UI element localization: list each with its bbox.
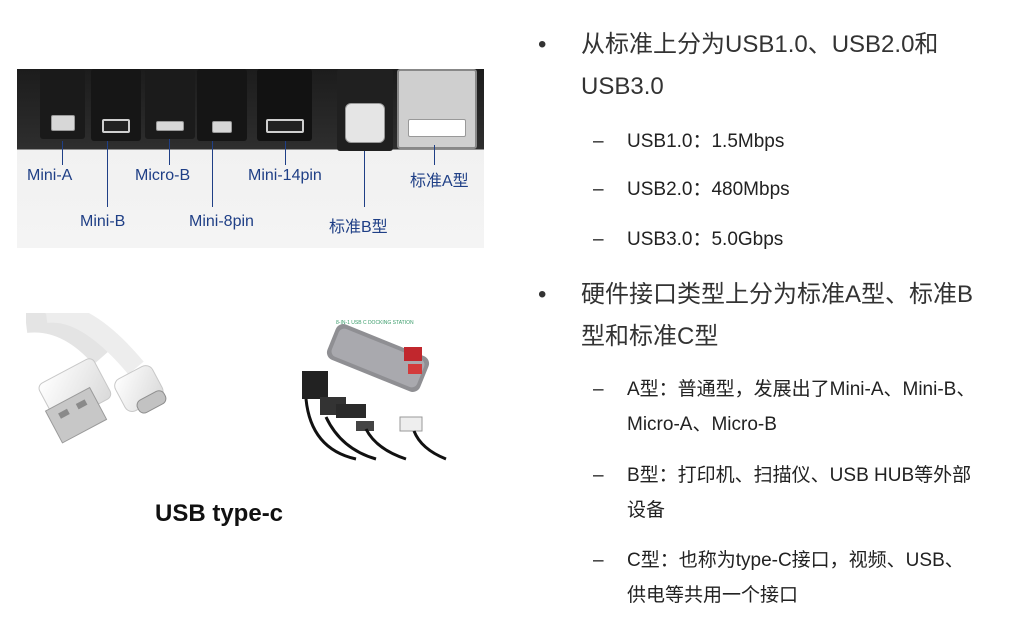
label-mini-a: Mini-A — [27, 167, 73, 184]
bullet-icon: • — [538, 31, 547, 58]
sub-line: C型：也称为type-C接口，视频、USB、 — [627, 550, 964, 571]
sub-line: USB1.0：1.5Mbps — [627, 131, 785, 152]
bullet-line: 从标准上分为USB1.0、USB2.0和 — [581, 31, 939, 58]
label-standard-a: 标准A型 — [410, 173, 469, 190]
mini-14pin-plug — [257, 69, 312, 141]
label-mini-b: Mini-B — [80, 213, 126, 230]
label-mini-8pin: Mini-8pin — [189, 213, 254, 230]
bullet-line: USB3.0 — [581, 73, 664, 100]
mini-a-plug — [40, 69, 85, 139]
sub-line: Micro-A、Micro-B — [627, 414, 777, 435]
dash-icon: – — [593, 379, 604, 400]
standard-a-plug — [397, 69, 477, 149]
dash-icon: – — [593, 131, 604, 152]
bullet-icon: • — [538, 281, 547, 308]
usb-connectors-photo: Mini-A Mini-B Micro-B Mini-8pin Mini-14p… — [17, 69, 484, 248]
label-micro-b: Micro-B — [135, 167, 191, 184]
standard-b-plug — [337, 69, 393, 151]
sub-line: USB2.0：480Mbps — [627, 179, 790, 200]
mini-b-plug — [91, 69, 141, 141]
bullet-line: 硬件接口类型上分为标准A型、标准B — [581, 281, 974, 308]
usb-c-docking-station-photo: 8-IN-1 USB C DOCKING STATION — [296, 309, 453, 466]
usb-type-c-caption: USB type-c — [155, 500, 284, 527]
sub-line: 供电等共用一个接口 — [627, 585, 799, 606]
usb-type-c-cable-photo — [26, 313, 167, 444]
dash-icon: – — [593, 465, 604, 486]
bullet-line: 型和标准C型 — [581, 323, 719, 350]
dash-icon: – — [593, 179, 604, 200]
dash-icon: – — [593, 229, 604, 250]
dock-title: 8-IN-1 USB C DOCKING STATION — [336, 320, 414, 326]
sub-line: USB3.0：5.0Gbps — [627, 229, 784, 250]
label-mini-14pin: Mini-14pin — [248, 167, 322, 184]
mini-8pin-plug — [197, 69, 247, 141]
label-standard-b: 标准B型 — [329, 219, 388, 236]
micro-b-plug — [145, 69, 195, 139]
sub-line: 设备 — [627, 500, 666, 521]
sub-line: B型：打印机、扫描仪、USB HUB等外部 — [627, 465, 972, 486]
sub-line: A型：普通型，发展出了Mini-A、Mini-B、 — [627, 379, 976, 400]
dash-icon: – — [593, 550, 604, 571]
